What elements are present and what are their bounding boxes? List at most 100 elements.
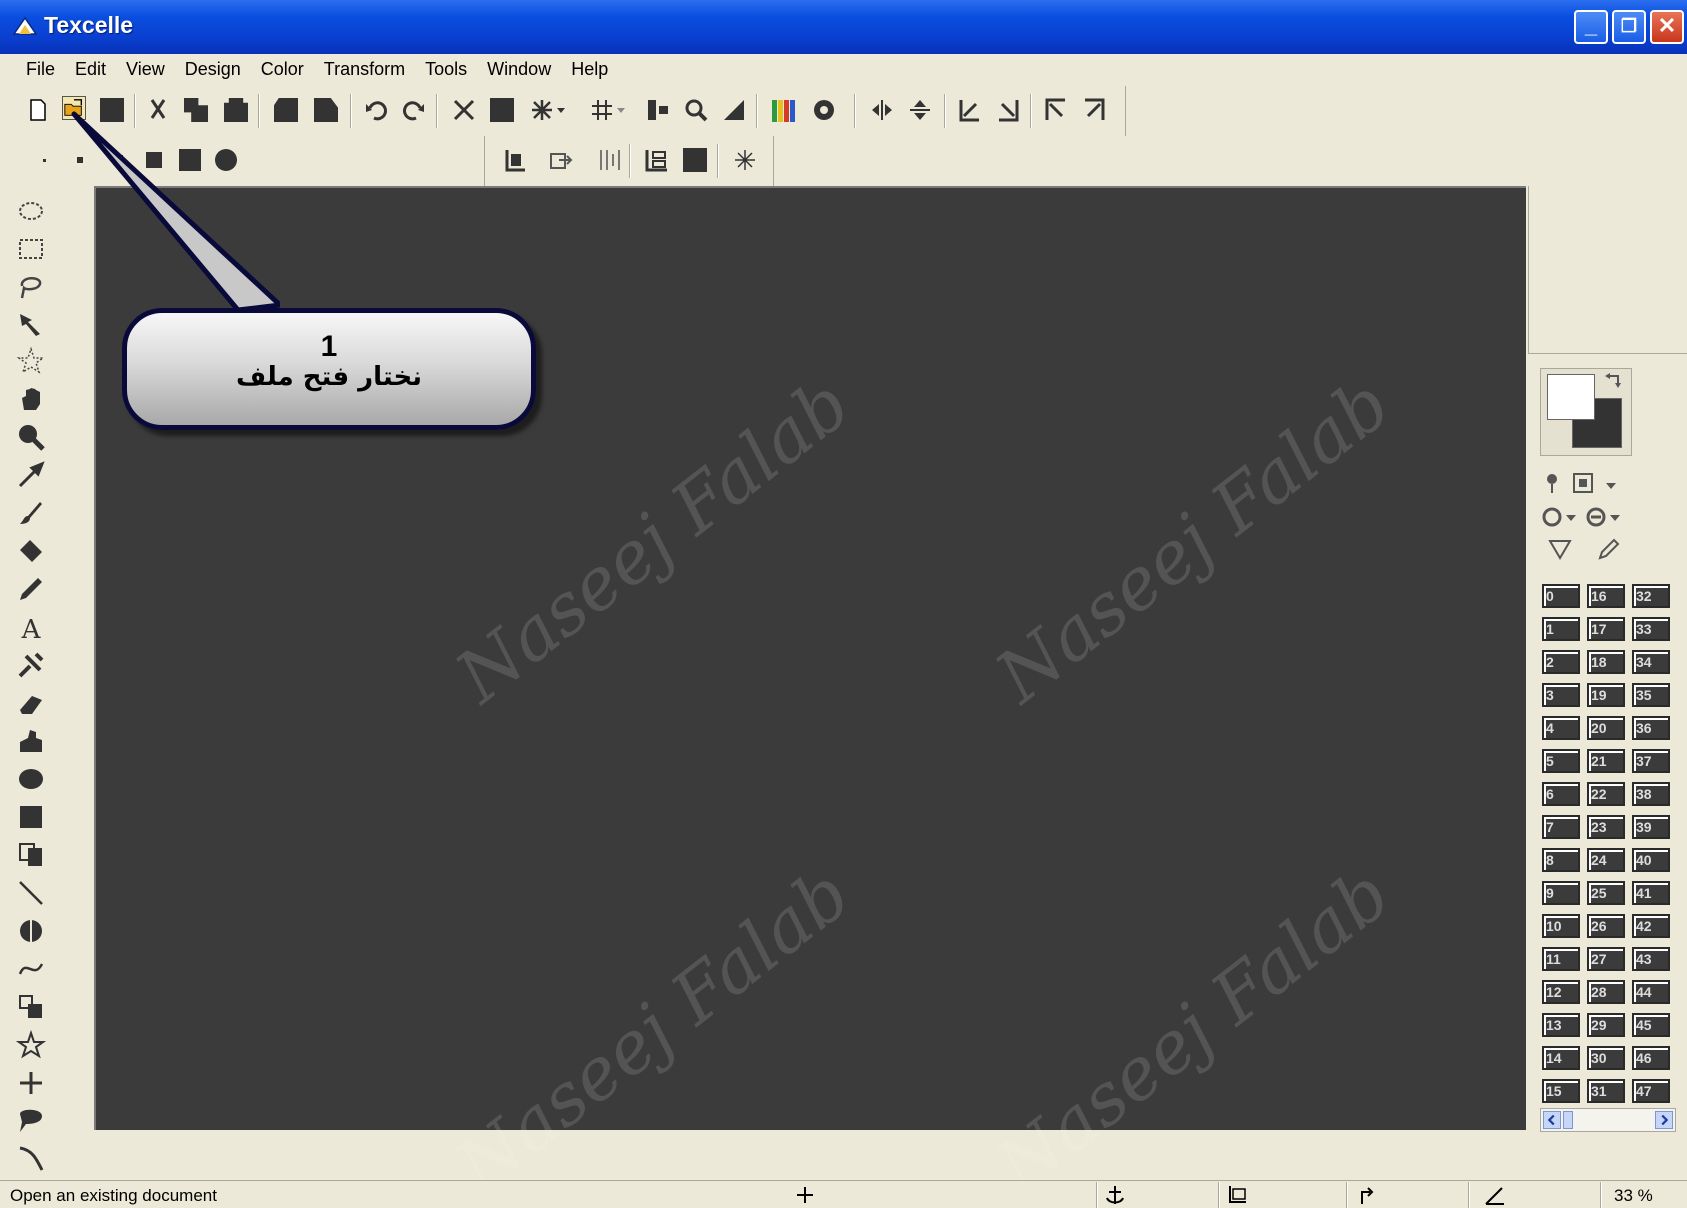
- hand-icon[interactable]: [16, 384, 46, 414]
- layer-scrollbar[interactable]: [1540, 1108, 1676, 1132]
- undo-icon[interactable]: [364, 98, 388, 122]
- layer-button[interactable]: 16: [1587, 584, 1625, 608]
- mirror-right-icon[interactable]: [996, 98, 1020, 122]
- layer-button[interactable]: 0: [1542, 584, 1580, 608]
- layer-button[interactable]: 19: [1587, 683, 1625, 707]
- columns-icon[interactable]: [597, 148, 621, 172]
- layer-button[interactable]: 30: [1587, 1046, 1625, 1070]
- layer-button[interactable]: 7: [1542, 815, 1580, 839]
- swap-colors-icon[interactable]: [1604, 372, 1624, 392]
- flip-vertical-icon[interactable]: [908, 98, 932, 122]
- line-icon[interactable]: [16, 878, 46, 908]
- pencil-icon[interactable]: [16, 574, 46, 604]
- clone-icon[interactable]: [16, 650, 46, 680]
- grid-icon[interactable]: [590, 98, 614, 122]
- menu-transform[interactable]: Transform: [314, 59, 415, 80]
- zoom-icon[interactable]: [684, 98, 708, 122]
- layer-button[interactable]: 23: [1587, 815, 1625, 839]
- layer-button[interactable]: 36: [1632, 716, 1670, 740]
- menu-window[interactable]: Window: [477, 59, 561, 80]
- menu-design[interactable]: Design: [175, 59, 251, 80]
- redo-icon[interactable]: [402, 98, 426, 122]
- fill-bucket-icon[interactable]: [16, 536, 46, 566]
- anchor-icon[interactable]: [503, 148, 527, 172]
- chevron-down-icon[interactable]: [616, 98, 626, 122]
- layers-icon[interactable]: [645, 148, 669, 172]
- layer-button[interactable]: 22: [1587, 782, 1625, 806]
- close-button[interactable]: ✕: [1650, 10, 1684, 44]
- menu-help[interactable]: Help: [561, 59, 618, 80]
- scroll-left-icon[interactable]: [1543, 1111, 1561, 1129]
- edit-pencil-icon[interactable]: [1596, 538, 1620, 560]
- fill-square-icon[interactable]: [490, 98, 514, 122]
- layer-button[interactable]: 20: [1587, 716, 1625, 740]
- layer-button[interactable]: 14: [1542, 1046, 1580, 1070]
- cross-icon[interactable]: [16, 1068, 46, 1098]
- new-document-icon[interactable]: [26, 98, 50, 122]
- layer-button[interactable]: 8: [1542, 848, 1580, 872]
- layer-button[interactable]: 43: [1632, 947, 1670, 971]
- layer-button[interactable]: 34: [1632, 650, 1670, 674]
- chevron-down-icon[interactable]: [1604, 478, 1618, 492]
- export-icon[interactable]: [549, 148, 573, 172]
- layer-button[interactable]: 39: [1632, 815, 1670, 839]
- layer-button[interactable]: 42: [1632, 914, 1670, 938]
- layer-button[interactable]: 15: [1542, 1079, 1580, 1103]
- pin-icon[interactable]: [1542, 472, 1562, 494]
- layer-button[interactable]: 26: [1587, 914, 1625, 938]
- foreground-color-swatch[interactable]: [1547, 374, 1595, 420]
- layer-button[interactable]: 46: [1632, 1046, 1670, 1070]
- square-icon[interactable]: [683, 148, 707, 172]
- palette-icon[interactable]: [770, 96, 798, 124]
- smudge-icon[interactable]: [16, 726, 46, 756]
- layer-button[interactable]: 24: [1587, 848, 1625, 872]
- layer-button[interactable]: 1: [1542, 617, 1580, 641]
- star-icon[interactable]: [733, 148, 757, 172]
- layer-button[interactable]: 17: [1587, 617, 1625, 641]
- layer-button[interactable]: 35: [1632, 683, 1670, 707]
- layer-settings-icon[interactable]: [1572, 472, 1596, 494]
- magic-wand-icon[interactable]: [16, 310, 46, 340]
- layer-button[interactable]: 38: [1632, 782, 1670, 806]
- speech-icon[interactable]: [16, 1106, 46, 1136]
- layer-button[interactable]: 5: [1542, 749, 1580, 773]
- layer-button[interactable]: 28: [1587, 980, 1625, 1004]
- eraser-icon[interactable]: [16, 688, 46, 718]
- layer-button[interactable]: 45: [1632, 1013, 1670, 1037]
- layer-button[interactable]: 18: [1587, 650, 1625, 674]
- layer-button[interactable]: 4: [1542, 716, 1580, 740]
- text-icon[interactable]: A: [16, 612, 46, 642]
- symmetry-icon[interactable]: [530, 98, 554, 122]
- print-preview-icon[interactable]: [314, 98, 338, 122]
- layer-button[interactable]: 44: [1632, 980, 1670, 1004]
- menu-tools[interactable]: Tools: [415, 59, 477, 80]
- title-bar[interactable]: [0, 0, 1687, 54]
- layer-remove-icon[interactable]: [1586, 506, 1622, 528]
- eyedropper-icon[interactable]: [16, 460, 46, 490]
- mirror-left-icon[interactable]: [958, 98, 982, 122]
- gradient-icon[interactable]: [722, 98, 746, 122]
- layer-button[interactable]: 13: [1542, 1013, 1580, 1037]
- layer-button[interactable]: 12: [1542, 980, 1580, 1004]
- layer-button[interactable]: 11: [1542, 947, 1580, 971]
- layer-button[interactable]: 29: [1587, 1013, 1625, 1037]
- layer-button[interactable]: 31: [1587, 1079, 1625, 1103]
- rotate-left-icon[interactable]: [1044, 98, 1068, 122]
- layer-add-icon[interactable]: [1542, 506, 1578, 528]
- layer-button[interactable]: 9: [1542, 881, 1580, 905]
- chevron-down-icon[interactable]: [556, 98, 566, 122]
- circle-icon[interactable]: [812, 98, 836, 122]
- menu-edit[interactable]: Edit: [65, 59, 116, 80]
- layer-button[interactable]: 25: [1587, 881, 1625, 905]
- layer-button[interactable]: 6: [1542, 782, 1580, 806]
- minimize-button[interactable]: _: [1574, 10, 1608, 44]
- rect-select-icon[interactable]: [16, 234, 46, 264]
- layer-button[interactable]: 27: [1587, 947, 1625, 971]
- layer-button[interactable]: 37: [1632, 749, 1670, 773]
- scroll-right-icon[interactable]: [1655, 1111, 1673, 1129]
- flip-horizontal-icon[interactable]: [870, 98, 894, 122]
- menu-file[interactable]: File: [16, 59, 65, 80]
- scroll-thumb[interactable]: [1563, 1111, 1573, 1129]
- star-select-icon[interactable]: [16, 346, 46, 376]
- layer-button[interactable]: 32: [1632, 584, 1670, 608]
